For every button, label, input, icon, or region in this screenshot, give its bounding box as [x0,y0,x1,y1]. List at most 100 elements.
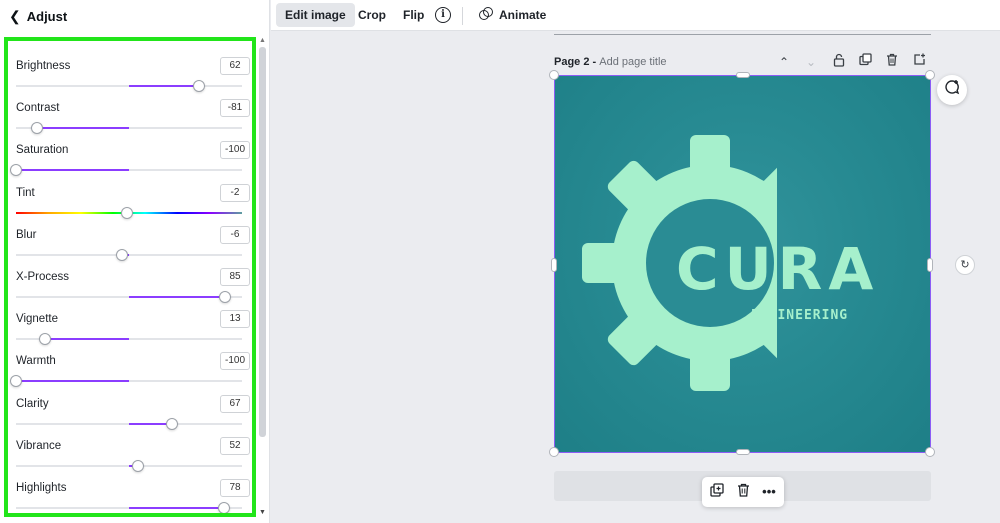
adjustment-slider[interactable] [16,333,242,346]
resize-handle-bottom-right[interactable] [925,447,935,457]
adjustment-label: Highlights [16,482,67,494]
slider-fill [129,296,226,298]
floating-toolbar: ••• [702,477,784,507]
adjustment-value-input[interactable]: 67 [220,394,250,413]
adjustment-row: X-Process 85 [8,266,252,308]
adjustment-value-input[interactable]: -6 [220,225,250,244]
slider-thumb[interactable] [165,417,178,430]
adjustment-slider[interactable] [10,164,242,177]
comment-add-button[interactable] [937,75,967,105]
adjustment-value-input[interactable]: -100 [220,352,250,371]
adjustment-slider[interactable] [16,248,242,261]
adjustment-label: Vignette [16,313,58,326]
image-toolbar: Edit image Crop Flip i Animate [271,0,1000,31]
adjustment-value-input[interactable]: 52 [220,436,250,455]
adjustment-value-input[interactable]: -100 [220,141,250,160]
slider-fill [45,338,129,341]
slider-thumb[interactable] [31,122,44,135]
move-page-up-icon[interactable]: ⌃ [776,53,792,71]
adjustment-row: Clarity 67 [8,393,252,435]
flip-button[interactable]: Flip [394,3,433,27]
adjustment-value-input[interactable]: 62 [220,57,250,75]
adjustment-slider[interactable] [16,459,242,472]
adjustment-row: Blur -6 [8,224,252,266]
slider-thumb[interactable] [10,375,22,388]
adjustment-row: Highlights 78 [8,477,252,513]
duplicate-page-icon[interactable] [857,53,873,71]
scrollbar-thumb[interactable] [259,47,266,437]
slider-thumb[interactable] [193,80,206,92]
adjustment-value-input[interactable]: -81 [220,99,250,118]
slider-fill [129,507,224,509]
adjustment-label: Warmth [16,355,56,368]
slider-thumb[interactable] [219,291,232,303]
info-icon[interactable]: i [435,7,451,23]
logo-subtitle: ENGINEERING [751,308,849,323]
adjustment-value-input[interactable]: 85 [220,268,250,286]
adjustment-slider[interactable] [16,80,242,92]
adjustment-slider[interactable] [16,417,242,430]
adjustment-value-input[interactable]: 13 [220,310,250,329]
toolbar-divider [462,7,463,25]
adjustment-label: Saturation [16,144,69,157]
resize-handle-left[interactable] [551,258,557,272]
chevron-left-icon: ❮ [9,7,21,24]
adjustment-value-input[interactable]: 78 [220,479,250,497]
delete-page-icon[interactable] [884,53,900,71]
slider-thumb[interactable] [116,248,129,261]
adjustment-label: Clarity [16,397,49,410]
adjust-panel: ❮ Adjust Brightness 62 Contrast -81 Saturati… [0,0,270,523]
resize-handle-right[interactable] [927,258,933,272]
adjustment-slider[interactable] [16,122,242,135]
move-page-down-icon[interactable]: ⌄ [803,53,819,71]
page-title-placeholder[interactable]: Add page title [599,56,666,68]
slider-thumb[interactable] [217,502,230,513]
lock-icon[interactable] [831,53,847,71]
animate-button[interactable]: Animate [470,3,555,27]
design-artboard[interactable]: CURA ENGINEERING [549,70,935,457]
scroll-down-icon[interactable]: ▼ [258,509,267,517]
comment-plus-icon [945,80,960,95]
adjust-back-button[interactable]: ❮ Adjust [0,0,270,32]
adjustment-row: Saturation -100 [8,139,252,181]
scroll-up-icon[interactable]: ▲ [258,37,267,45]
rotate-icon[interactable]: ↻ [955,255,975,275]
slider-thumb[interactable] [132,459,145,472]
crop-button[interactable]: Crop [349,3,395,27]
logo-wordmark: CURA [676,235,880,303]
adjustment-slider[interactable] [16,502,242,513]
resize-handle-bottom[interactable] [736,449,750,455]
adjustment-label: Blur [16,228,37,241]
adjustment-slider[interactable] [16,291,242,303]
slider-thumb[interactable] [39,333,52,346]
slider-thumb[interactable] [120,206,133,219]
adjustment-row: Brightness 62 [8,55,252,97]
resize-handle-top[interactable] [736,72,750,78]
adjustment-row: Tint -2 [8,182,252,224]
adjustment-row: Vibrance 52 [8,435,252,477]
adjustment-label: Brightness [16,60,71,72]
animate-label: Animate [499,8,547,22]
adjustment-label: X-Process [16,271,70,283]
previous-page-edge [554,34,931,35]
trash-icon[interactable] [734,483,752,501]
slider-fill [16,380,129,383]
add-page-icon[interactable] [911,53,927,71]
edit-image-button[interactable]: Edit image [276,3,355,27]
slider-fill [16,169,129,172]
more-options-icon[interactable]: ••• [760,483,778,501]
animate-icon [479,7,493,21]
duplicate-icon[interactable] [708,483,726,501]
adjustment-value-input[interactable]: -2 [220,183,250,202]
panel-scrollbar[interactable]: ▲ ▼ [258,37,267,517]
resize-handle-top-left[interactable] [549,70,559,80]
adjustment-label: Tint [16,186,35,199]
adjustment-slider[interactable] [10,375,242,388]
page-title-area[interactable]: Page 2 - Add page title [554,56,667,68]
slider-thumb[interactable] [10,164,22,177]
resize-handle-top-right[interactable] [925,70,935,80]
adjustment-slider[interactable] [16,206,242,219]
adjustment-row: Warmth -100 [8,350,252,392]
adjustment-row: Vignette 13 [8,308,252,350]
resize-handle-bottom-left[interactable] [549,447,559,457]
